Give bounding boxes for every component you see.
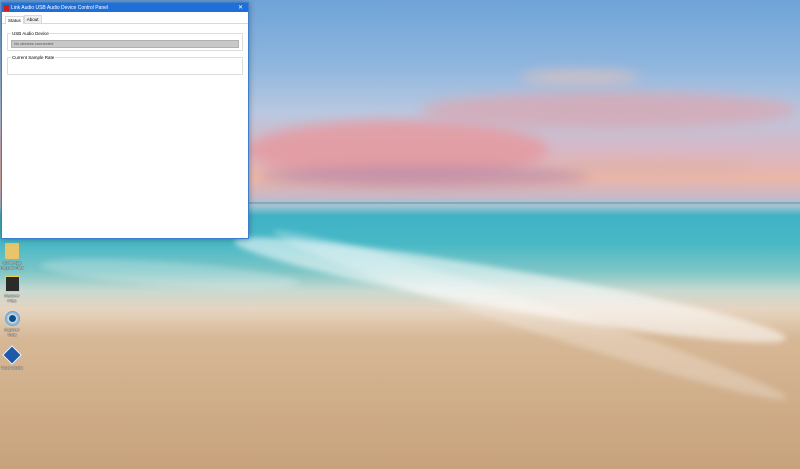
tab-about[interactable]: About: [23, 15, 42, 23]
diamond-app-icon: [2, 345, 22, 365]
desktop-icon-label: Some App Reports Files: [0, 260, 24, 270]
desktop-icon-label: Explorer Tools: [4, 327, 20, 337]
sample-rate-group: Current Sample Rate: [7, 55, 243, 75]
tab-status[interactable]: Status: [5, 16, 24, 24]
close-button[interactable]: ✕: [236, 3, 245, 12]
usb-device-group: USB Audio Device No devices connected: [7, 31, 243, 51]
cloud: [420, 92, 800, 128]
wave-foam: [39, 252, 301, 296]
window-titlebar[interactable]: Link Audio USB Audio Device Control Pane…: [2, 3, 248, 12]
app-logo-icon: [4, 4, 9, 11]
device-select-field[interactable]: No devices connected: [11, 40, 239, 48]
folder-icon: [5, 243, 19, 259]
cloud: [260, 165, 590, 187]
tab-content-status: USB Audio Device No devices connected Cu…: [2, 24, 248, 82]
tab-bar: Status About: [2, 15, 248, 24]
window-title: Link Audio USB Audio Device Control Pane…: [11, 4, 109, 11]
disc-tool-icon: [4, 311, 20, 326]
control-panel-window: Link Audio USB Audio Device Control Pane…: [1, 2, 249, 239]
desktop-icon-label: Tools Studio: [1, 365, 23, 370]
desktop-icon-3[interactable]: Explorer Tools: [0, 311, 24, 337]
cloud: [520, 70, 640, 84]
app-shortcut-icon: [4, 276, 20, 292]
desktop-icon-4[interactable]: Tools Studio: [0, 345, 24, 370]
desktop-icon-1[interactable]: Some App Reports Files: [0, 243, 24, 270]
desktop-icon-2[interactable]: Recover Files: [0, 276, 24, 303]
desktop-background: Some App Reports Files Recover Files Exp…: [0, 0, 800, 469]
sample-rate-group-label: Current Sample Rate: [11, 55, 56, 60]
desktop-icon-label: Recover Files: [4, 293, 20, 303]
usb-device-group-label: USB Audio Device: [11, 31, 50, 36]
horizon-line: [248, 202, 800, 204]
cloud: [560, 160, 760, 174]
